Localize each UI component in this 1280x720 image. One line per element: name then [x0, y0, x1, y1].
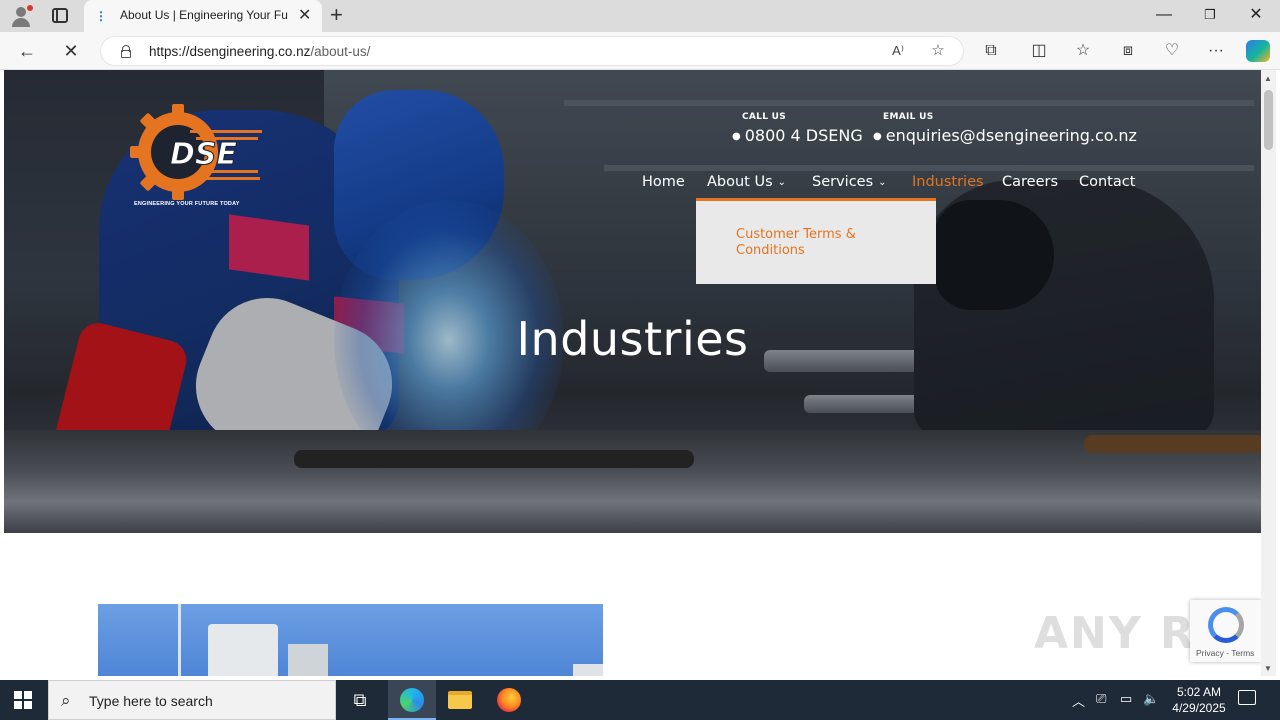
about-us-dropdown: Customer Terms & Conditions [696, 198, 936, 284]
volume-icon[interactable]: 🔈 [1143, 691, 1159, 707]
lock-icon[interactable] [121, 45, 131, 58]
scroll-up-icon[interactable]: ▲ [1264, 74, 1272, 83]
favorite-star-icon[interactable]: ☆ [929, 42, 947, 60]
recaptcha-badge[interactable]: Privacy - Terms [1190, 600, 1262, 662]
tab-actions-icon[interactable] [52, 8, 68, 23]
extensions-icon[interactable]: ⧉ [980, 40, 1002, 62]
notifications-icon[interactable] [1238, 690, 1256, 705]
network-icon[interactable]: ▭ [1120, 691, 1132, 707]
split-screen-icon[interactable]: ◫ [1028, 40, 1050, 62]
nav-services[interactable]: Services ⌄ [812, 174, 887, 190]
browser-tab-bar: ⋮ About Us | Engineering Your Future ✕ +… [0, 0, 1280, 32]
search-placeholder: Type here to search [89, 693, 213, 709]
firefox-icon[interactable] [497, 688, 521, 712]
nav-industries[interactable]: Industries [912, 174, 984, 190]
site-logo[interactable]: DSE [130, 104, 266, 208]
taskbar-search[interactable]: ⌕ Type here to search [48, 680, 336, 720]
nav-careers[interactable]: Careers [1002, 174, 1058, 190]
device-icon[interactable]: ⎚ [1096, 691, 1106, 707]
read-aloud-icon[interactable]: A⁾ [889, 42, 907, 60]
page-scrollbar[interactable]: ▲ ▼ [1261, 70, 1276, 676]
nav-home[interactable]: Home [642, 174, 685, 190]
close-window-icon[interactable]: ✕ [1246, 5, 1266, 25]
new-tab-button[interactable]: + [330, 3, 343, 27]
page-title: Industries [516, 312, 749, 366]
dropdown-customer-terms[interactable]: Customer Terms & Conditions [736, 227, 906, 259]
edge-icon [400, 688, 424, 712]
recaptcha-links[interactable]: Privacy - Terms [1196, 648, 1254, 658]
taskbar: ⌕ Type here to search ⧉ ︿ ⎚ ▭ 🔈 5:02 AM … [0, 680, 1280, 720]
svg-text:DSE: DSE [170, 137, 238, 172]
loading-spinner-icon: ⋮ [95, 9, 107, 23]
page-viewport: DSE ENGINEERING YOUR FUTURE TODAY CALL U… [4, 70, 1261, 676]
logo-tagline: ENGINEERING YOUR FUTURE TODAY [134, 201, 240, 207]
chevron-down-icon: ⌄ [777, 177, 787, 188]
nav-contact[interactable]: Contact [1079, 174, 1135, 190]
file-explorer-icon[interactable] [448, 691, 472, 709]
profile-icon[interactable] [10, 5, 33, 27]
scroll-thumb[interactable] [1264, 90, 1273, 150]
restore-icon[interactable]: ❐ [1200, 5, 1220, 25]
close-tab-icon[interactable]: ✕ [298, 6, 311, 26]
clock-date: 4/29/2025 [1172, 701, 1226, 715]
browser-tab[interactable]: ⋮ About Us | Engineering Your Future ✕ [84, 0, 322, 32]
call-us-block: CALL US ● 0800 4 DSENG [732, 112, 863, 145]
show-hidden-icons-icon[interactable]: ︿ [1072, 691, 1085, 710]
more-icon[interactable]: ··· [1205, 40, 1227, 62]
stop-icon[interactable]: ✕ [60, 40, 82, 62]
copilot-icon[interactable] [1246, 40, 1270, 62]
clock-time: 5:02 AM [1176, 685, 1222, 699]
address-bar[interactable]: https://dsengineering.co.nz/about-us/ A⁾… [100, 36, 964, 66]
industry-image [98, 604, 603, 676]
favorites-icon[interactable]: ☆ [1072, 40, 1094, 62]
windows-start-icon[interactable] [14, 691, 32, 709]
collections-icon[interactable]: ⧈ [1117, 40, 1139, 62]
browser-essentials-icon[interactable]: ♡ [1161, 40, 1183, 62]
scroll-down-icon[interactable]: ▼ [1264, 664, 1272, 673]
chevron-down-icon: ⌄ [878, 177, 887, 188]
call-us-label: CALL US [742, 112, 787, 122]
url-text: https://dsengineering.co.nz/about-us/ [149, 44, 371, 59]
address-toolbar: ← ✕ https://dsengineering.co.nz/about-us… [0, 32, 1280, 70]
back-icon[interactable]: ← [16, 40, 38, 62]
tab-title: About Us | Engineering Your Future [120, 8, 288, 22]
task-view-icon[interactable]: ⧉ [336, 680, 384, 720]
system-clock[interactable]: 5:02 AM 4/29/2025 [1164, 684, 1234, 716]
hero-banner: DSE ENGINEERING YOUR FUTURE TODAY CALL U… [4, 70, 1261, 533]
email-us-label: EMAIL US [883, 112, 934, 122]
email-link[interactable]: ● enquiries@dsengineering.co.nz [873, 126, 1137, 145]
recaptcha-icon [1208, 607, 1244, 643]
email-us-block: EMAIL US ● enquiries@dsengineering.co.nz [873, 112, 1137, 145]
nav-about-us[interactable]: About Us ⌄ [707, 174, 786, 190]
minimize-icon[interactable]: — [1154, 5, 1174, 25]
search-icon: ⌕ [61, 691, 71, 710]
phone-link[interactable]: ● 0800 4 DSENG [732, 126, 863, 145]
